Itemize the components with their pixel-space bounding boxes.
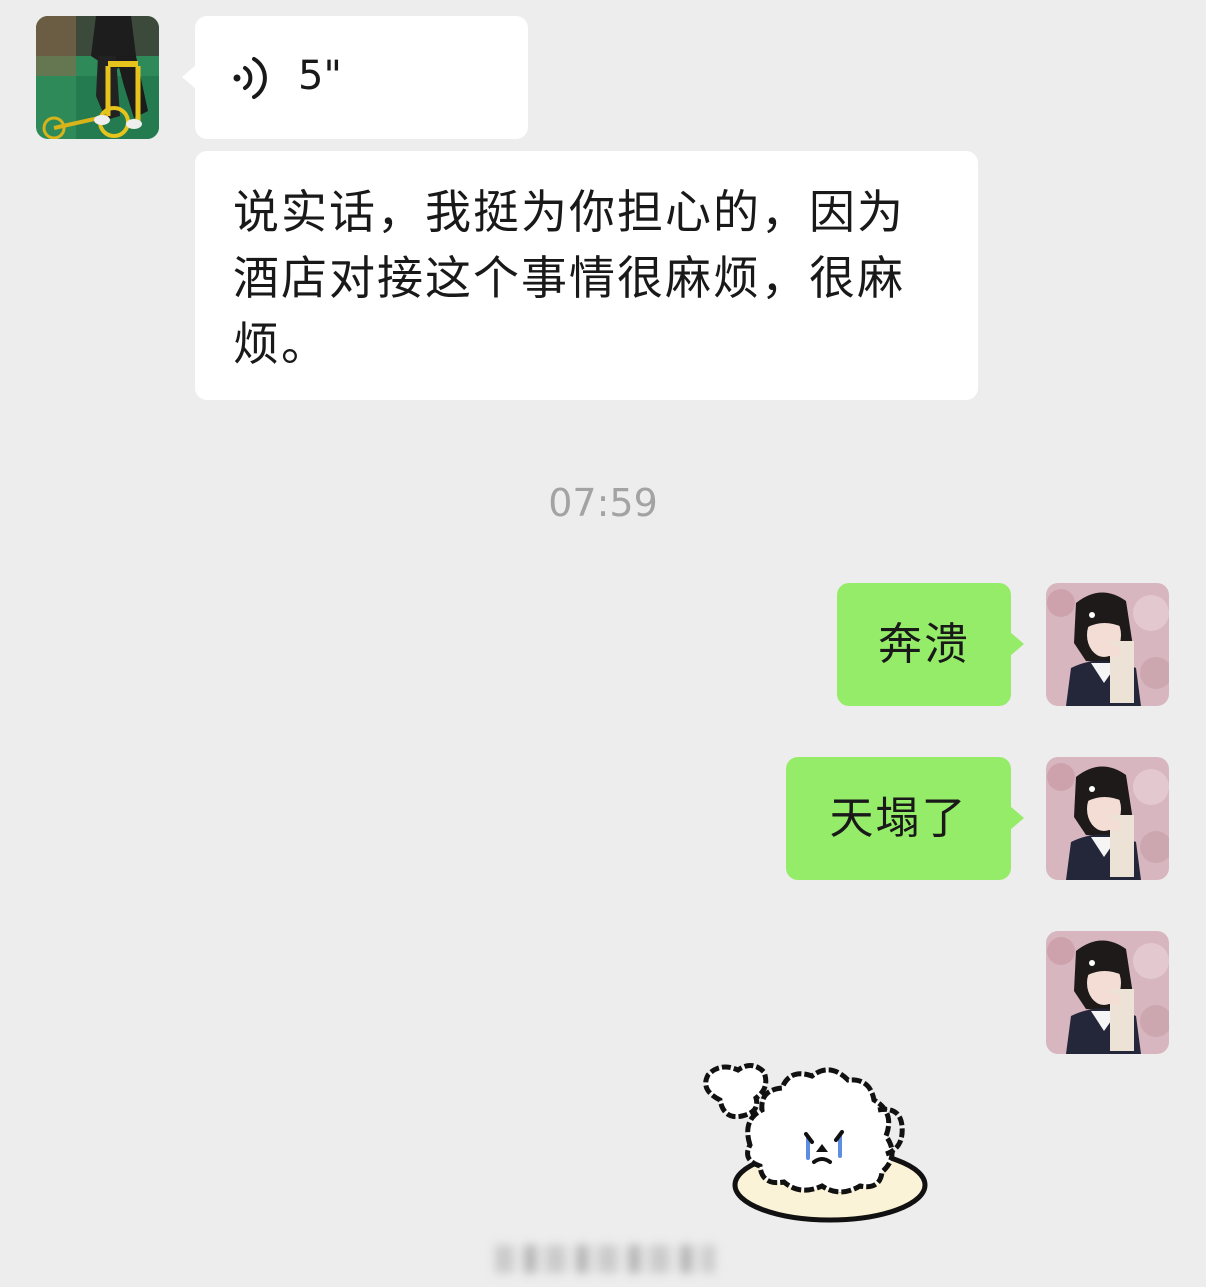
crying-puppy-sticker[interactable] xyxy=(690,1050,940,1230)
message-text: 说实话，我挺为你担心的，因为酒店对接这个事情很麻烦，很麻烦。 xyxy=(233,185,905,371)
voice-message-bubble[interactable]: 5" xyxy=(182,16,528,139)
bubble-tail xyxy=(182,65,196,89)
user-avatar[interactable] xyxy=(1046,757,1169,880)
user-avatar-photo xyxy=(1046,757,1169,880)
chat-timestamp: 07:59 xyxy=(548,481,658,525)
bubble-tail xyxy=(1010,632,1024,656)
bubble-tail xyxy=(1010,806,1024,830)
contact-avatar-photo xyxy=(36,16,159,139)
user-avatar[interactable] xyxy=(1046,931,1169,1054)
message-text: 奔溃 xyxy=(878,619,970,670)
voice-duration: 5" xyxy=(298,53,342,99)
voice-wave-icon xyxy=(231,53,271,103)
user-avatar-photo xyxy=(1046,583,1169,706)
outgoing-message-bubble[interactable]: 奔溃 xyxy=(837,583,1024,706)
user-avatar-photo xyxy=(1046,931,1169,1054)
message-text: 天塌了 xyxy=(829,793,968,844)
blurred-watermark xyxy=(495,1245,715,1273)
text-message-bubble[interactable]: 说实话，我挺为你担心的，因为酒店对接这个事情很麻烦，很麻烦。 xyxy=(195,151,978,400)
outgoing-message-bubble[interactable]: 天塌了 xyxy=(786,757,1024,880)
user-avatar[interactable] xyxy=(1046,583,1169,706)
contact-avatar[interactable] xyxy=(36,16,159,139)
